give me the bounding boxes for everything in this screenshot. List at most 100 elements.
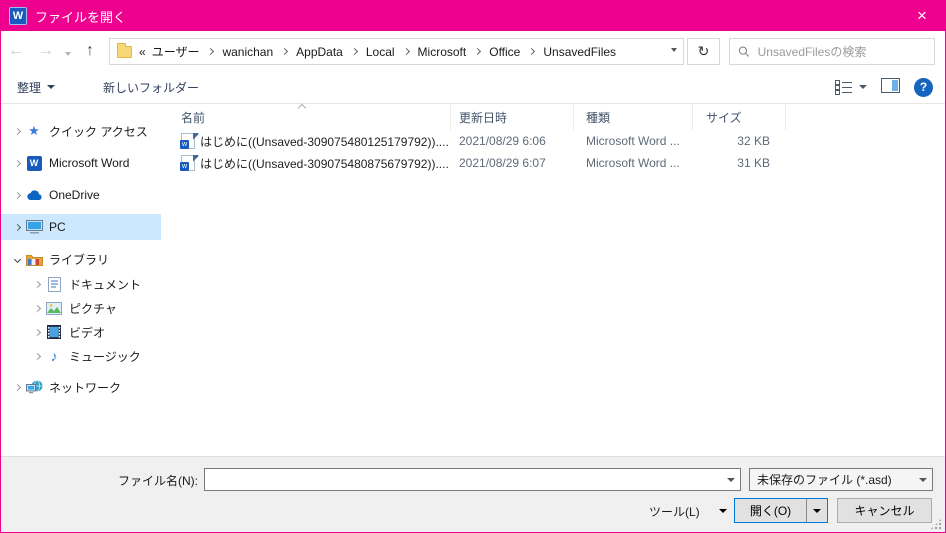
- sidebar-item-microsoft-word[interactable]: W Microsoft Word: [1, 150, 161, 176]
- network-icon: [25, 380, 42, 394]
- breadcrumb-item-users[interactable]: ユーザー: [150, 43, 202, 60]
- onedrive-cloud-icon: [26, 189, 42, 200]
- open-dropdown-icon[interactable]: [806, 499, 827, 522]
- file-date: 2021/08/29 6:06: [459, 134, 546, 148]
- sidebar-item-label: ライブラリ: [49, 252, 110, 267]
- organize-button[interactable]: 整理: [7, 73, 65, 102]
- open-button[interactable]: 開く(O): [734, 498, 828, 523]
- chevron-down-icon[interactable]: [13, 255, 21, 263]
- sidebar-item-music[interactable]: ♪ ミュージック: [1, 344, 161, 368]
- file-date: 2021/08/29 6:07: [459, 156, 546, 170]
- chevron-down-icon: [859, 85, 867, 89]
- file-size: 31 KB: [737, 156, 770, 170]
- file-row[interactable]: w はじめに((Unsaved-309075480875679792))....…: [161, 152, 945, 174]
- sidebar-item-quick-access[interactable]: ★ クイック アクセス: [1, 118, 161, 144]
- breadcrumb-item-unsavedfiles[interactable]: UnsavedFiles: [541, 45, 618, 59]
- address-dropdown-icon[interactable]: [671, 48, 677, 52]
- file-name: はじめに((Unsaved-309075480875679792))....: [200, 156, 449, 171]
- word-recovered-file-icon: w: [180, 154, 199, 171]
- change-view-button[interactable]: [835, 79, 867, 95]
- chevron-right-icon[interactable]: [33, 352, 41, 360]
- chevron-right-icon[interactable]: [350, 47, 358, 56]
- sidebar-item-label: ミュージック: [69, 349, 141, 364]
- filetype-select[interactable]: 未保存のファイル (*.asd): [749, 468, 933, 491]
- help-icon[interactable]: ?: [914, 77, 933, 97]
- refresh-icon[interactable]: ↻: [687, 38, 720, 65]
- chevron-right-icon[interactable]: [33, 304, 41, 312]
- word-recovered-file-icon: w: [180, 132, 199, 149]
- preview-pane-button[interactable]: [881, 78, 900, 96]
- recent-locations-icon[interactable]: [61, 41, 75, 61]
- sidebar-item-documents[interactable]: ドキュメント: [1, 272, 161, 296]
- column-header-type[interactable]: 種類: [574, 104, 693, 130]
- chevron-down-icon: [47, 85, 56, 89]
- breadcrumb-item-office[interactable]: Office: [487, 45, 522, 59]
- file-row[interactable]: w はじめに((Unsaved-309075480125179792))....…: [161, 130, 945, 152]
- new-folder-button[interactable]: 新しいフォルダー: [93, 73, 209, 102]
- up-icon[interactable]: ↑: [75, 42, 105, 60]
- cancel-button[interactable]: キャンセル: [837, 498, 932, 523]
- breadcrumb-overflow[interactable]: «: [139, 45, 146, 59]
- chevron-right-icon[interactable]: [528, 47, 536, 56]
- column-header-date[interactable]: 更新日時: [451, 104, 574, 130]
- filetype-dropdown-icon: [914, 469, 932, 490]
- chevron-right-icon[interactable]: [33, 280, 41, 288]
- chevron-right-icon[interactable]: [13, 383, 21, 391]
- chevron-right-icon[interactable]: [13, 159, 21, 167]
- chevron-right-icon[interactable]: [281, 47, 289, 56]
- chevron-down-icon: [719, 509, 727, 513]
- chevron-right-icon[interactable]: [474, 47, 482, 56]
- breadcrumb-item-wanichan[interactable]: wanichan: [220, 45, 275, 59]
- back-icon[interactable]: ←: [1, 42, 31, 60]
- sidebar-item-videos[interactable]: ビデオ: [1, 320, 161, 344]
- open-file-dialog: W ファイルを開く × ← → ↑ « ユーザー wanichan AppDat…: [0, 0, 946, 533]
- breadcrumb-item-local[interactable]: Local: [364, 45, 397, 59]
- new-folder-label: 新しいフォルダー: [103, 80, 200, 95]
- file-type: Microsoft Word ...: [586, 156, 680, 170]
- sidebar-item-pc[interactable]: PC: [1, 214, 161, 240]
- close-icon[interactable]: ×: [899, 1, 945, 31]
- breadcrumb-item-appdata[interactable]: AppData: [294, 45, 345, 59]
- search-icon: [738, 46, 750, 57]
- breadcrumb-item-microsoft[interactable]: Microsoft: [416, 45, 469, 59]
- sidebar-item-label: ネットワーク: [49, 380, 122, 395]
- chevron-right-icon[interactable]: [13, 191, 21, 199]
- sidebar-item-label: Microsoft Word: [49, 156, 130, 170]
- window-title: ファイルを開く: [35, 9, 127, 25]
- resize-grip[interactable]: [931, 519, 941, 529]
- library-icon: [25, 254, 43, 266]
- dialog-content: ★ クイック アクセス W Microsoft Word OneDrive PC…: [1, 103, 945, 456]
- sidebar-item-label: PC: [49, 220, 66, 234]
- search-input[interactable]: [757, 44, 926, 59]
- filename-combobox: [204, 468, 741, 491]
- titlebar[interactable]: W ファイルを開く ×: [1, 1, 945, 31]
- sidebar-item-label: ピクチャ: [69, 301, 117, 316]
- folder-icon: [117, 42, 132, 58]
- sidebar-item-onedrive[interactable]: OneDrive: [1, 182, 161, 208]
- chevron-right-icon[interactable]: [13, 127, 21, 135]
- sidebar-item-label: ビデオ: [69, 325, 106, 340]
- sidebar-item-pictures[interactable]: ピクチャ: [1, 296, 161, 320]
- video-icon: [47, 325, 61, 339]
- sidebar-item-libraries[interactable]: ライブラリ: [1, 246, 161, 272]
- file-size: 32 KB: [737, 134, 770, 148]
- filename-input[interactable]: [207, 470, 717, 489]
- file-list: 名前 更新日時 種類 サイズ w はじめに((Unsaved-309075480…: [161, 103, 945, 456]
- tools-button[interactable]: ツール(L): [649, 499, 727, 523]
- sidebar-item-label: OneDrive: [49, 188, 100, 202]
- chevron-right-icon[interactable]: [207, 47, 215, 56]
- document-icon: [47, 276, 61, 292]
- breadcrumb[interactable]: « ユーザー wanichan AppData Local Microsoft …: [109, 38, 684, 65]
- filename-dropdown-icon[interactable]: [722, 469, 740, 490]
- open-label[interactable]: 開く(O): [735, 499, 806, 522]
- column-header-size[interactable]: サイズ: [693, 104, 786, 130]
- list-header: 名前 更新日時 種類 サイズ: [161, 104, 945, 130]
- word-icon: W: [26, 155, 42, 171]
- chevron-right-icon[interactable]: [402, 47, 410, 56]
- sidebar-item-network[interactable]: ネットワーク: [1, 374, 161, 400]
- music-note-icon: ♪: [50, 348, 58, 364]
- chevron-right-icon[interactable]: [13, 223, 21, 231]
- picture-icon: [46, 301, 62, 315]
- forward-icon[interactable]: →: [31, 42, 61, 60]
- chevron-right-icon[interactable]: [33, 328, 41, 336]
